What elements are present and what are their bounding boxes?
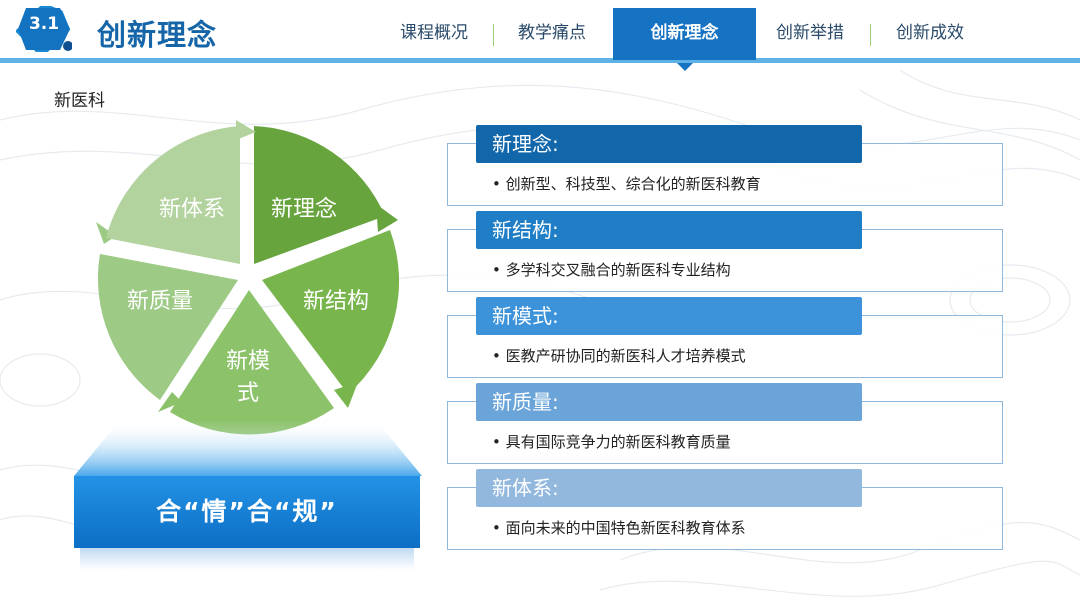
structure-card-text: • 多学科交叉融合的新医科专业结构 xyxy=(492,261,731,279)
mode-card-title: 新模式: xyxy=(476,297,862,335)
section-subtitle: 新医科 xyxy=(54,91,105,111)
quality-card-text: • 具有国际竞争力的新医科教育质量 xyxy=(492,433,731,451)
system-card-text: • 面向未来的中国特色新医科教育体系 xyxy=(492,519,746,537)
cycle-label-new-quality: 新质量 xyxy=(127,289,193,314)
nav-item-innovation-concept[interactable]: 创新理念 xyxy=(613,8,756,60)
nav-item-course-overview[interactable]: 课程概况 xyxy=(386,8,482,60)
cycle-label-new-system: 新体系 xyxy=(159,197,225,222)
page-title: 创新理念 xyxy=(97,18,218,52)
nav-item-innovation-measures[interactable]: 创新举措 xyxy=(762,8,858,60)
cycle-label-new-mode-line2: 式 xyxy=(237,381,259,406)
cycle-label-new-concept: 新理念 xyxy=(271,197,337,222)
pedestal-top xyxy=(74,420,422,476)
nav-item-teaching-pain-points[interactable]: 教学痛点 xyxy=(504,8,600,60)
nav-item-innovation-results[interactable]: 创新成效 xyxy=(882,8,978,60)
system-card-title: 新体系: xyxy=(476,469,862,507)
quality-card-title: 新质量: xyxy=(476,383,862,421)
cycle-label-new-structure: 新结构 xyxy=(303,289,369,314)
section-number: 3.1 xyxy=(28,14,60,34)
pedestal-reflection xyxy=(80,548,414,570)
cycle-diagram: 新理念 新结构 新模 式 新质量 新体系 xyxy=(96,120,400,435)
active-nav-pointer xyxy=(677,63,693,71)
cycle-label-new-mode-line1: 新模 xyxy=(226,349,270,374)
mode-card-text: • 医教产研协同的新医科人才培养模式 xyxy=(492,347,746,365)
pedestal-label: 合“情”合“规” xyxy=(156,497,338,526)
cycle-segment-new-system xyxy=(106,126,240,264)
structure-card-title: 新结构: xyxy=(476,211,862,249)
concept-card-text: • 创新型、科技型、综合化的新医科教育 xyxy=(492,175,761,193)
nav-separator xyxy=(493,24,494,46)
nav-separator xyxy=(870,24,871,46)
concept-card-title: 新理念: xyxy=(476,125,862,163)
